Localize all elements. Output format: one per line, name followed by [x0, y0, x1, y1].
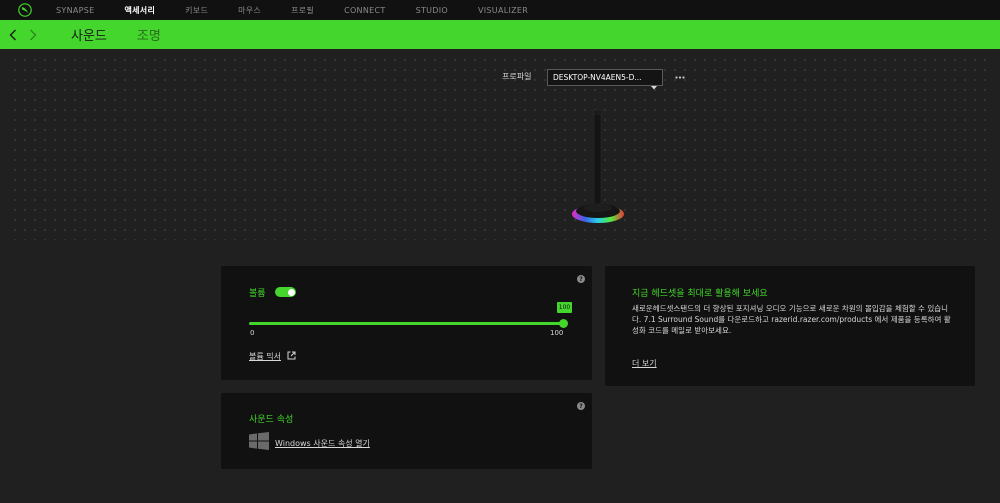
nav-tab-synapse[interactable]: SYNAPSE	[56, 6, 94, 15]
back-arrow-icon[interactable]	[3, 20, 23, 49]
nav-tab-visualizer[interactable]: VISUALIZER	[478, 6, 528, 15]
profile-label: 프로파일	[502, 72, 532, 81]
nav-tab-accessories[interactable]: 액세서리	[124, 5, 155, 16]
volume-toggle[interactable]	[275, 287, 296, 297]
promo-title: 지금 헤드셋을 최대로 활용해 보세요	[632, 289, 768, 299]
ellipsis-icon[interactable]	[673, 71, 687, 83]
help-icon[interactable]: ?	[577, 275, 585, 283]
slider-min-label: 0	[250, 329, 255, 337]
nav-tab-keyboard[interactable]: 키보드	[185, 5, 208, 16]
forward-arrow-icon[interactable]	[23, 20, 43, 49]
sound-properties-card: ? 사운드 속성 Windows 사운드 속성 열기	[221, 393, 592, 469]
promo-card: 지금 헤드셋을 최대로 활용해 보세요 새로운헤드셋스탠드의 더 향상된 포지셔…	[605, 266, 975, 386]
sub-nav: 사운드 조명	[0, 20, 1000, 49]
nav-tab-profiles[interactable]: 프로필	[291, 5, 314, 16]
sound-properties-title: 사운드 속성	[249, 415, 294, 425]
nav-tab-studio[interactable]: STUDIO	[416, 6, 448, 15]
windows-sound-properties-link[interactable]: Windows 사운드 속성 열기	[249, 432, 370, 454]
tab-lighting[interactable]: 조명	[137, 25, 161, 44]
chevron-down-icon	[651, 75, 657, 94]
headset-stand-image	[566, 108, 630, 230]
external-link-icon	[287, 351, 296, 362]
learn-more-link[interactable]: 더 보기	[632, 358, 657, 369]
volume-mixer-link[interactable]: 볼륨 믹서	[249, 351, 296, 362]
volume-label: 볼륨	[249, 289, 266, 299]
tab-sound[interactable]: 사운드	[71, 25, 107, 44]
profile-selected-value: DESKTOP-NV4AEN5-D...	[553, 73, 642, 82]
volume-slider-thumb[interactable]	[559, 319, 568, 328]
promo-body: 새로운헤드셋스탠드의 더 향상된 포지셔닝 오디오 기능으로 새로운 차원의 몰…	[632, 304, 951, 335]
windows-sound-properties-label: Windows 사운드 속성 열기	[275, 438, 370, 448]
volume-mixer-label: 볼륨 믹서	[249, 352, 281, 361]
nav-tab-mouse[interactable]: 마우스	[238, 5, 261, 16]
toggle-knob	[287, 288, 295, 296]
volume-slider-track[interactable]	[249, 322, 564, 325]
top-nav: SYNAPSE 액세서리 키보드 마우스 프로필 CONNECT STUDIO …	[0, 0, 1000, 20]
nav-tab-connect[interactable]: CONNECT	[344, 6, 385, 15]
volume-value-bubble: 100	[557, 302, 572, 313]
profile-dropdown[interactable]: DESKTOP-NV4AEN5-D...	[547, 69, 663, 90]
device-stage-background	[10, 55, 990, 240]
volume-card: ? 볼륨 100 0 100 볼륨 믹서	[221, 266, 592, 380]
razer-logo-icon[interactable]	[16, 1, 34, 19]
windows-logo-icon	[249, 432, 269, 454]
slider-max-label: 100	[550, 329, 564, 337]
help-icon[interactable]: ?	[577, 402, 585, 410]
